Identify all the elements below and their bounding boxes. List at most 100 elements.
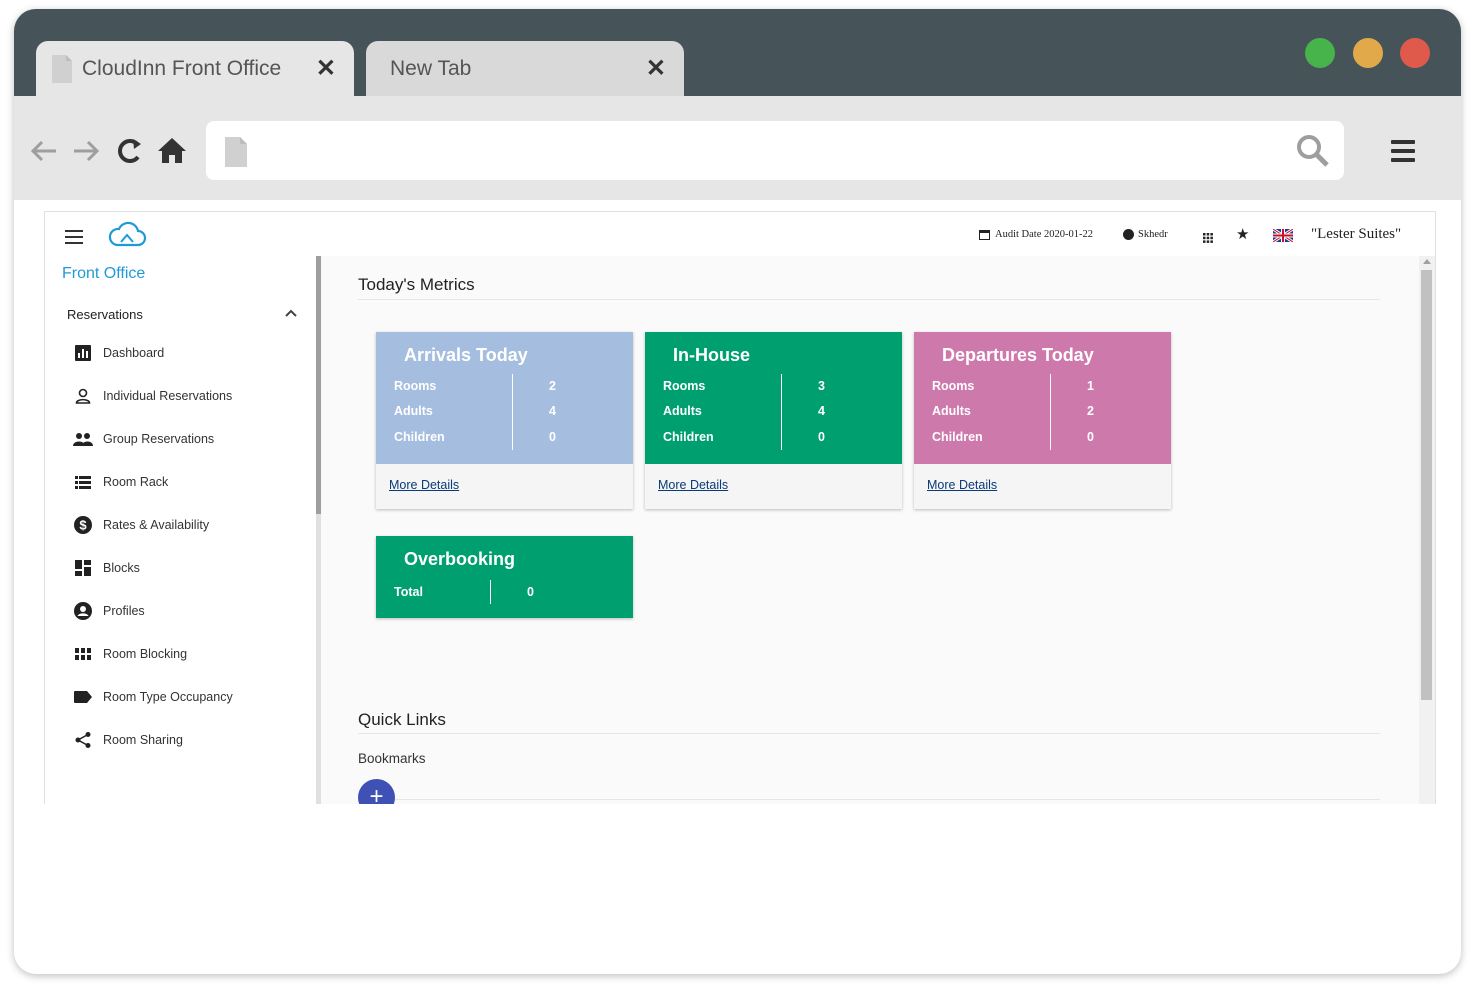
sidebar-item-profiles[interactable]: Profiles bbox=[73, 599, 145, 623]
bar-chart-icon bbox=[73, 343, 93, 363]
browser-menu-icon[interactable] bbox=[1391, 140, 1415, 167]
adults-value: 2 bbox=[1087, 404, 1094, 418]
divider bbox=[358, 799, 1380, 800]
sidebar-item-label: Individual Reservations bbox=[103, 389, 233, 403]
chevron-up-icon[interactable] bbox=[285, 304, 297, 320]
children-label: Children bbox=[932, 430, 983, 444]
forward-arrow-icon[interactable] bbox=[70, 135, 102, 167]
total-label: Total bbox=[394, 585, 423, 599]
card-title: In-House bbox=[673, 345, 751, 365]
main-scrollbar-thumb[interactable] bbox=[1421, 270, 1432, 700]
app-header: Audit Date 2020-01-22 Skhedr ★ "Lester S… bbox=[45, 212, 1435, 256]
scroll-up-arrow-icon[interactable] bbox=[1423, 259, 1431, 264]
user-menu[interactable]: Skhedr bbox=[1123, 229, 1168, 240]
grid-icon bbox=[73, 644, 93, 664]
overbooking-card: Overbooking Total 0 bbox=[376, 536, 633, 618]
list-icon bbox=[73, 472, 93, 492]
children-value: 0 bbox=[818, 430, 825, 444]
uk-flag-icon[interactable] bbox=[1272, 227, 1294, 247]
close-tab-icon[interactable]: ✕ bbox=[316, 54, 336, 83]
star-icon[interactable]: ★ bbox=[1236, 225, 1249, 243]
rooms-label: Rooms bbox=[663, 379, 706, 393]
card-title: Departures Today bbox=[942, 345, 1094, 365]
tab-new-tab[interactable]: New Tab ✕ bbox=[366, 41, 684, 96]
maximize-button[interactable] bbox=[1305, 38, 1335, 68]
sidebar-scrollbar[interactable] bbox=[316, 256, 321, 514]
minimize-button[interactable] bbox=[1353, 38, 1383, 68]
more-details-link[interactable]: More Details bbox=[658, 478, 728, 492]
rooms-value: 3 bbox=[818, 379, 825, 393]
property-name[interactable]: "Lester Suites" bbox=[1311, 226, 1401, 243]
tab-label: CloudInn Front Office bbox=[82, 56, 282, 80]
quick-links-title: Quick Links bbox=[358, 710, 446, 729]
card-title: Arrivals Today bbox=[404, 345, 528, 365]
sidebar-item-room-type-occupancy[interactable]: Room Type Occupancy bbox=[73, 685, 233, 709]
close-tab-icon[interactable]: ✕ bbox=[646, 54, 666, 83]
sidebar-item-label: Rates & Availability bbox=[103, 518, 210, 532]
children-value: 0 bbox=[549, 430, 556, 444]
apps-grid-icon[interactable] bbox=[1203, 230, 1213, 248]
app-frame: Audit Date 2020-01-22 Skhedr ★ "Lester S… bbox=[44, 211, 1436, 804]
adults-label: Adults bbox=[663, 404, 702, 418]
adults-value: 4 bbox=[818, 404, 825, 418]
sidebar-item-rates-availability[interactable]: $ Rates & Availability bbox=[73, 513, 209, 537]
back-arrow-icon[interactable] bbox=[28, 135, 60, 167]
sidebar-item-room-rack[interactable]: Room Rack bbox=[73, 470, 168, 494]
sidebar-item-label: Room Sharing bbox=[103, 733, 183, 747]
dollar-icon: $ bbox=[73, 515, 93, 535]
tab-cloudinn-front-office[interactable]: CloudInn Front Office ✕ bbox=[36, 41, 354, 96]
sidebar-item-room-blocking[interactable]: Room Blocking bbox=[73, 642, 187, 666]
page-icon bbox=[52, 54, 72, 83]
dashboard-icon bbox=[73, 558, 93, 578]
calendar-icon bbox=[979, 229, 990, 240]
sidebar-item-blocks[interactable]: Blocks bbox=[73, 556, 140, 580]
brand-title: Front Office bbox=[62, 265, 146, 282]
adults-label: Adults bbox=[932, 404, 971, 418]
menu-icon[interactable] bbox=[65, 230, 83, 244]
account-icon bbox=[1123, 229, 1134, 240]
rooms-label: Rooms bbox=[394, 379, 437, 393]
adults-value: 4 bbox=[549, 404, 556, 418]
sidebar-item-label: Blocks bbox=[103, 561, 140, 575]
children-value: 0 bbox=[1087, 430, 1094, 444]
reservations-section-header[interactable]: Reservations bbox=[67, 307, 143, 322]
card-title: Overbooking bbox=[404, 549, 516, 569]
sidebar-item-dashboard[interactable]: Dashboard bbox=[73, 341, 164, 365]
home-icon[interactable] bbox=[156, 135, 188, 167]
browser-toolbar bbox=[14, 96, 1461, 200]
rooms-value: 1 bbox=[1087, 379, 1094, 393]
cloud-logo-icon bbox=[107, 220, 147, 253]
people-icon bbox=[73, 429, 93, 449]
more-details-link[interactable]: More Details bbox=[389, 478, 459, 492]
sidebar-item-label: Dashboard bbox=[103, 346, 165, 360]
divider bbox=[358, 733, 1380, 734]
in-house-card: In-House Rooms 3 Adults 4 Children 0 Mor… bbox=[645, 332, 902, 509]
bookmarks-label: Bookmarks bbox=[358, 751, 426, 766]
address-bar[interactable] bbox=[206, 121, 1344, 180]
arrivals-today-card: Arrivals Today Rooms 2 Adults 4 Children… bbox=[376, 332, 633, 509]
sidebar-item-group-reservations[interactable]: Group Reservations bbox=[73, 427, 214, 451]
person-icon bbox=[73, 386, 93, 406]
reload-icon[interactable] bbox=[114, 135, 146, 167]
browser-titlebar: CloudInn Front Office ✕ New Tab ✕ bbox=[14, 9, 1461, 96]
rooms-value: 2 bbox=[549, 379, 556, 393]
adults-label: Adults bbox=[394, 404, 433, 418]
svg-text:$: $ bbox=[79, 518, 87, 533]
page-icon bbox=[225, 137, 247, 172]
sidebar-item-room-sharing[interactable]: Room Sharing bbox=[73, 728, 183, 752]
more-details-link[interactable]: More Details bbox=[927, 478, 997, 492]
close-window-button[interactable] bbox=[1400, 38, 1430, 68]
rooms-label: Rooms bbox=[932, 379, 975, 393]
sidebar-item-label: Room Blocking bbox=[103, 647, 188, 661]
browser-window: CloudInn Front Office ✕ New Tab ✕ Audit … bbox=[14, 9, 1461, 974]
label-icon bbox=[73, 687, 93, 707]
departures-today-card: Departures Today Rooms 1 Adults 2 Childr… bbox=[914, 332, 1171, 509]
sidebar-item-individual-reservations[interactable]: Individual Reservations bbox=[73, 384, 232, 408]
sidebar-item-label: Group Reservations bbox=[103, 432, 215, 446]
share-icon bbox=[73, 730, 93, 750]
divider bbox=[358, 299, 1380, 300]
sidebar-item-label: Room Rack bbox=[103, 475, 169, 489]
tab-label: New Tab bbox=[390, 56, 472, 80]
search-icon[interactable] bbox=[1296, 134, 1330, 173]
sidebar-item-label: Room Type Occupancy bbox=[103, 690, 233, 704]
